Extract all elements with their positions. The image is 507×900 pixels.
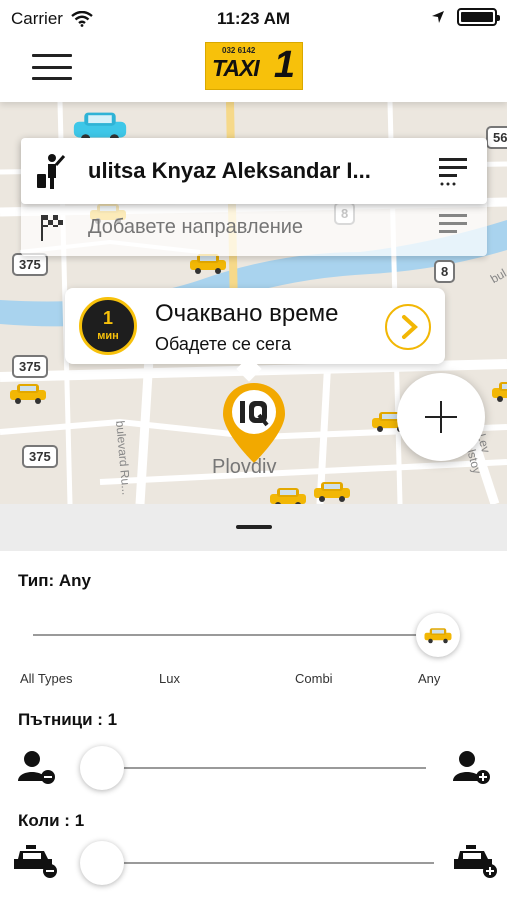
map-pin-icon[interactable] — [221, 381, 287, 465]
person-plus-icon[interactable] — [451, 749, 491, 785]
location-arrow-icon — [432, 11, 444, 23]
filter-panel: Тип: Any All Types Lux Combi Any Пътници… — [0, 551, 507, 900]
road-badge: 56 — [486, 126, 507, 149]
menu-icon-line — [32, 65, 72, 69]
destination-input[interactable] — [88, 215, 428, 239]
road-badge: 375 — [12, 355, 48, 378]
sheet-handle-bar[interactable] — [0, 504, 507, 551]
road-badge: 8 — [434, 260, 456, 283]
menu-icon-line — [32, 77, 72, 80]
pickup-address: ulitsa Knyaz Aleksandar I... — [88, 158, 371, 183]
menu-button[interactable] — [32, 50, 72, 84]
cars-slider-thumb[interactable] — [80, 841, 124, 885]
type-option-lux[interactable]: Lux — [159, 671, 180, 686]
person-minus-icon[interactable] — [16, 749, 56, 785]
eta-value: 1 — [102, 308, 113, 328]
car-minus-icon[interactable] — [12, 843, 60, 879]
list-icon[interactable] — [439, 156, 469, 186]
type-slider-thumb[interactable] — [416, 613, 460, 657]
taxi-icon — [270, 488, 306, 504]
app-header: 032 6142 TAXI 1 — [0, 36, 507, 102]
call-now-label[interactable]: Обадете се сега — [155, 334, 291, 355]
type-option-all[interactable]: All Types — [20, 671, 73, 686]
menu-icon — [32, 54, 72, 57]
status-bar: Carrier 11:23 AM — [0, 0, 507, 36]
road-badge: 375 — [22, 445, 58, 468]
chevron-right-icon — [402, 315, 418, 339]
battery-icon — [457, 8, 500, 26]
passengers-slider-track[interactable] — [100, 767, 426, 769]
eta-unit: мин — [97, 330, 119, 342]
passengers-label: Пътници : 1 — [18, 710, 118, 729]
passengers-slider-thumb[interactable] — [80, 746, 124, 790]
app-logo: 032 6142 TAXI 1 — [205, 42, 303, 90]
type-label: Тип: Any — [18, 571, 91, 590]
sheet-handle[interactable] — [236, 525, 272, 529]
type-option-any[interactable]: Any — [418, 671, 440, 686]
taxi-icon — [314, 482, 350, 502]
pickup-card[interactable]: ulitsa Knyaz Aleksandar I... — [21, 138, 487, 204]
checkered-flag-icon — [41, 215, 63, 241]
city-label: Plovdiv — [212, 456, 277, 478]
taxi-icon — [424, 628, 452, 644]
type-option-combi[interactable]: Combi — [295, 671, 333, 686]
logo-phone: 032 6142 — [222, 46, 256, 55]
eta-arrow-button[interactable] — [385, 304, 431, 350]
car-plus-icon[interactable] — [452, 843, 500, 879]
logo-word: TAXI — [212, 55, 260, 81]
hail-person-icon — [37, 154, 66, 189]
type-slider-track[interactable] — [33, 634, 438, 636]
status-right — [431, 8, 500, 26]
logo-number: 1 — [273, 44, 295, 86]
cars-slider-track[interactable] — [100, 862, 434, 864]
eta-card[interactable]: 1 мин Очаквано време Обадете се сега — [65, 288, 445, 382]
destination-card[interactable] — [21, 198, 487, 256]
taxi-icon — [492, 382, 507, 402]
taxi-icon — [10, 384, 46, 404]
list-icon[interactable] — [439, 212, 469, 242]
eta-title: Очаквано време — [155, 300, 339, 327]
eta-badge: 1 мин — [79, 297, 137, 355]
road-badge: 375 — [12, 253, 48, 276]
add-button[interactable] — [397, 373, 485, 461]
cars-label: Коли : 1 — [18, 811, 85, 830]
